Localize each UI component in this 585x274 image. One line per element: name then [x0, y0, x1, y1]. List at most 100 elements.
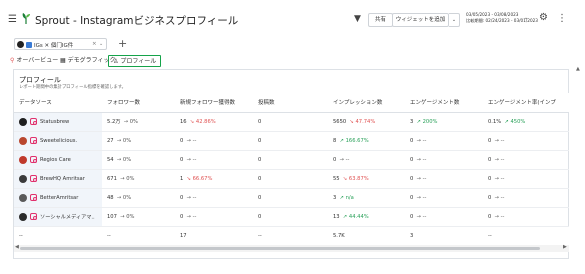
impressions-value: 55 [333, 175, 340, 182]
new-followers-value: 0 [180, 213, 184, 220]
instagram-icon [30, 175, 37, 182]
followers-value: 107 [107, 213, 117, 220]
gear-icon[interactable]: ⚙ [539, 12, 548, 23]
followers-change: → 0% [123, 119, 138, 125]
new-followers-change: ↘ 66.67% [186, 175, 213, 182]
new-followers-change: → -- [186, 213, 197, 220]
posts-value: 0 [258, 175, 262, 182]
total-rate: -- [488, 232, 492, 239]
impressions-value: 5650 [333, 118, 347, 125]
engagements-change: → -- [416, 137, 427, 144]
instagram-icon [30, 194, 37, 201]
chevron-down-icon[interactable]: ⌄ [99, 41, 103, 47]
total-eng: 3 [410, 232, 414, 239]
table-header-row: データソース フォロワー数 新規フォロワー獲得数 投稿数 インプレッション数 エ… [14, 93, 569, 113]
impressions-change: ↗ 166.67% [339, 137, 369, 144]
profile-selector[interactable]: IGs ✕ 個门IG件 × ⌄ [14, 38, 107, 50]
add-widget-button[interactable]: ウィジェットを追加 [392, 13, 449, 27]
total-new: 17 [180, 232, 187, 239]
profile-name[interactable]: BetterAmritsar [40, 195, 78, 201]
column-header[interactable]: エンゲージメント率(インプ [483, 93, 569, 113]
card-subtitle: レポート期間中の集計プロフィール指標を確認します。 [19, 85, 126, 90]
column-header[interactable]: 投稿数 [253, 93, 328, 113]
engagement-rate-value: 0 [488, 213, 492, 220]
column-header[interactable]: エンゲージメント数 [405, 93, 483, 113]
engagement-rate-change: → -- [494, 137, 505, 144]
profile-name[interactable]: ソーシャルメディアマ.. [40, 214, 95, 220]
network-icon [26, 41, 32, 48]
new-followers-value: 0 [180, 137, 184, 144]
engagement-rate-value: 0 [488, 175, 492, 182]
add-profile-icon[interactable]: + [118, 37, 127, 50]
new-followers-change: ↘ 42.86% [189, 118, 216, 125]
new-followers-value: 0 [180, 156, 184, 163]
table-row: BrewHQ Amritsar 671 → 0% 1 ↘ 66.67% 0 55 ↘ 6… [14, 169, 569, 189]
menu-icon[interactable]: ☰ [8, 14, 17, 25]
impressions-value: 13 [333, 213, 340, 220]
posts-value: 0 [258, 156, 262, 163]
new-followers-change: → -- [186, 194, 197, 201]
scroll-left-icon[interactable]: ◀ [15, 244, 19, 250]
scroll-up-icon[interactable]: ▲ [576, 66, 580, 72]
engagements-value: 0 [410, 213, 414, 220]
followers-value: 671 [107, 175, 117, 182]
engagements-value: 0 [410, 194, 414, 201]
scrollbar-thumb[interactable] [20, 247, 540, 250]
impressions-change: ↘ 47.74% [349, 118, 376, 125]
column-header[interactable]: フォロワー数 [102, 93, 175, 113]
column-header[interactable]: 新規フォロワー獲得数 [175, 93, 253, 113]
chevron-down-icon[interactable]: ⌄ [449, 13, 460, 27]
scroll-right-icon[interactable]: ▶ [563, 244, 567, 250]
engagement-rate-change: → -- [494, 194, 505, 201]
engagements-value: 0 [410, 137, 414, 144]
impressions-change: ↗ 44.44% [342, 213, 369, 220]
profile-name[interactable]: Regios Care [40, 157, 71, 163]
more-options-icon[interactable]: ⋮ [557, 13, 567, 24]
profile-name[interactable]: Statusbrew [40, 119, 69, 125]
engagements-change: ↗ 200% [416, 118, 438, 125]
tab-profile[interactable]: ♙ プロフィール [108, 55, 162, 67]
engagement-rate-change: → -- [494, 156, 505, 163]
impressions-change: ↘ 63.87% [342, 175, 369, 182]
date-chevron-icon[interactable]: ⌄ [524, 15, 528, 21]
filter-icon[interactable]: ▼ [354, 14, 361, 24]
tab-overview[interactable]: ⚲ オーバービュー [8, 55, 60, 67]
table-row: Sweetelicious. 27 → 0% 0 → -- 0 8 ↗ 166.67% 0… [14, 131, 569, 151]
followers-value: 48 [107, 194, 114, 201]
engagements-change: → -- [416, 213, 427, 220]
avatar [19, 174, 27, 183]
clear-icon[interactable]: × [92, 41, 97, 47]
avatar [19, 136, 27, 145]
profile-table: データソース フォロワー数 新規フォロワー獲得数 投稿数 インプレッション数 エ… [14, 93, 569, 246]
instagram-icon [30, 156, 37, 163]
engagements-change: → -- [416, 175, 427, 182]
total-name: -- [19, 232, 23, 239]
profile-name[interactable]: Sweetelicious. [40, 138, 77, 144]
profile-chip-label: IGs ✕ 個门IG件 [34, 42, 74, 49]
posts-value: 0 [258, 194, 262, 201]
engagement-rate-value: 0 [488, 156, 492, 163]
engagement-rate-change: → -- [494, 175, 505, 182]
new-followers-change: → -- [186, 137, 197, 144]
avatar [19, 212, 27, 221]
tab-label: プロフィール [120, 58, 157, 65]
instagram-icon [30, 137, 37, 144]
profile-name[interactable]: BrewHQ Amritsar [40, 176, 85, 182]
impressions-value: 0 [333, 156, 337, 163]
instagram-icon [30, 118, 37, 125]
share-button[interactable]: 共有 [368, 13, 394, 27]
total-followers: -- [107, 232, 111, 239]
engagements-change: → -- [416, 156, 427, 163]
total-posts: -- [258, 232, 262, 239]
engagements-value: 0 [410, 175, 414, 182]
impressions-change: → -- [339, 156, 350, 163]
table-row: ソーシャルメディアマ.. 107 → 0% 0 → -- 0 13 ↗ 44.44% 0 … [14, 207, 569, 227]
engagement-rate-value: 0.1% [488, 118, 502, 125]
column-header[interactable]: データソース [14, 93, 102, 113]
posts-value: 0 [258, 137, 262, 144]
column-header[interactable]: インプレッション数 [328, 93, 405, 113]
avatar [19, 193, 27, 202]
posts-value: 0 [258, 118, 262, 125]
impressions-value: 8 [333, 137, 337, 144]
new-followers-value: 1 [180, 175, 184, 182]
